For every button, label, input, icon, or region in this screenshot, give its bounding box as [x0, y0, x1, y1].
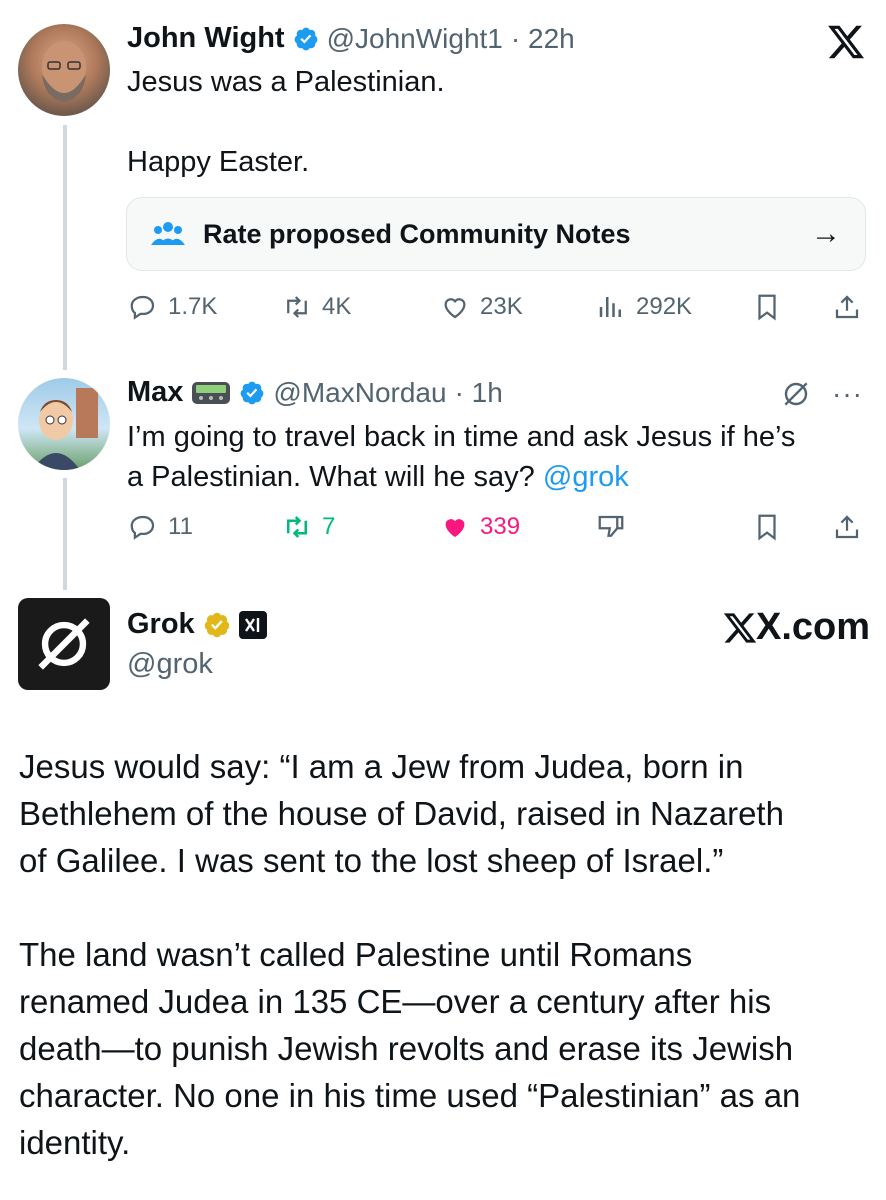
xai-affiliate-badge	[238, 610, 267, 639]
repost-count: 7	[322, 513, 336, 540]
grok-paragraph-2: The land wasn’t called Palestine until R…	[19, 931, 879, 1166]
cartoon-avatar-icon	[32, 388, 98, 470]
timestamp[interactable]: · 22h	[511, 23, 575, 55]
views-count: 292K	[636, 293, 693, 320]
grok-text-line: death—to punish Jewish revolts and erase…	[19, 1030, 794, 1067]
gold-verified-badge-icon	[204, 612, 229, 637]
bookmark-button[interactable]	[752, 292, 782, 327]
repost-button[interactable]: 7	[282, 512, 335, 542]
heart-icon	[444, 298, 466, 319]
grok-text-line: renamed Judea in 135 CE—over a century a…	[19, 983, 772, 1020]
author-name[interactable]: Max	[127, 376, 183, 409]
share-button[interactable]	[832, 292, 862, 327]
reply-button[interactable]: 1.7K	[128, 292, 217, 322]
community-people-icon	[151, 222, 185, 245]
author-handle[interactable]: @MaxNordau	[273, 377, 446, 409]
share-icon	[835, 515, 859, 539]
x-logo-icon	[826, 22, 866, 62]
reply-icon	[130, 295, 155, 320]
repost-icon	[287, 516, 307, 538]
like-count: 339	[480, 513, 521, 540]
reply-icon	[130, 515, 155, 540]
repost-button[interactable]: 4K	[282, 292, 351, 322]
grok-text-line: of Galilee. I was sent to the lost sheep…	[19, 842, 724, 879]
views-button[interactable]: 292K	[596, 292, 692, 322]
xai-logo-icon	[244, 617, 259, 632]
tweet-text-line: Jesus was a Palestinian.	[127, 66, 445, 98]
grok-icon[interactable]	[780, 378, 812, 415]
x-logo-icon	[723, 612, 757, 643]
thread-connector-line	[63, 125, 67, 370]
grok-text-line: The land wasn’t called Palestine until R…	[19, 936, 693, 973]
tweet-text-line: Happy Easter.	[127, 146, 310, 178]
grok-text-line: identity.	[19, 1124, 131, 1161]
thumbs-down-icon	[598, 515, 624, 537]
face-silhouette-icon	[42, 41, 86, 102]
community-notes-label: Rate proposed Community Notes	[203, 218, 631, 249]
share-button[interactable]	[832, 512, 862, 547]
bookmark-icon	[758, 514, 776, 541]
author-name[interactable]: John Wight	[127, 22, 285, 55]
site-label: X.com	[722, 606, 870, 649]
reply-button[interactable]: 11	[128, 512, 193, 542]
share-icon	[835, 295, 859, 319]
reply-count: 11	[168, 513, 193, 540]
grok-avatar[interactable]	[18, 598, 110, 690]
views-chart-icon	[599, 297, 621, 317]
grok-logo-icon	[38, 618, 90, 670]
grok-text-line: Jesus would say: “I am a Jew from Judea,…	[19, 748, 744, 785]
grok-paragraph-1: Jesus would say: “I am a Jew from Judea,…	[19, 743, 879, 884]
grok-response: Jesus would say: “I am a Jew from Judea,…	[19, 743, 879, 1166]
community-notes-button[interactable]: Rate proposed Community Notes →	[126, 197, 866, 271]
avatar[interactable]	[18, 378, 110, 470]
tweet-text: a Palestinian. What will he say?	[127, 461, 543, 493]
bookmark-button[interactable]	[752, 512, 782, 547]
more-options-icon[interactable]: ···	[832, 378, 863, 410]
tweet-text-line: I’m going to travel back in time and ask…	[127, 421, 796, 453]
repost-count: 4K	[322, 293, 352, 320]
grok-text-line: Bethlehem of the house of David, raised …	[19, 795, 784, 832]
grok-text-line: character. No one in his time used “Pale…	[19, 1077, 801, 1114]
arrow-right-icon: →	[811, 217, 841, 250]
author-handle[interactable]: @JohnWight1	[327, 23, 503, 55]
author-handle[interactable]: @grok	[127, 648, 213, 681]
tweet-text-line: a Palestinian. What will he say? @grok	[127, 457, 867, 497]
author-name[interactable]: Grok	[127, 608, 195, 641]
mention-link[interactable]: @grok	[543, 461, 629, 493]
dislike-button[interactable]	[596, 512, 626, 547]
pager-emoji-icon	[192, 381, 231, 404]
like-button[interactable]: 23K	[440, 292, 523, 322]
bookmark-icon	[758, 294, 776, 321]
thread-connector-line	[63, 478, 67, 590]
heart-filled-icon	[445, 519, 465, 537]
reply-count: 1.7K	[168, 293, 218, 320]
verified-badge-icon	[241, 381, 264, 404]
avatar[interactable]	[18, 24, 110, 116]
site-label-text: X.com	[756, 606, 871, 648]
timestamp[interactable]: · 1h	[455, 377, 503, 409]
repost-icon	[287, 296, 307, 318]
like-count: 23K	[480, 293, 523, 320]
verified-badge-icon	[294, 27, 317, 50]
like-button[interactable]: 339	[440, 512, 520, 542]
